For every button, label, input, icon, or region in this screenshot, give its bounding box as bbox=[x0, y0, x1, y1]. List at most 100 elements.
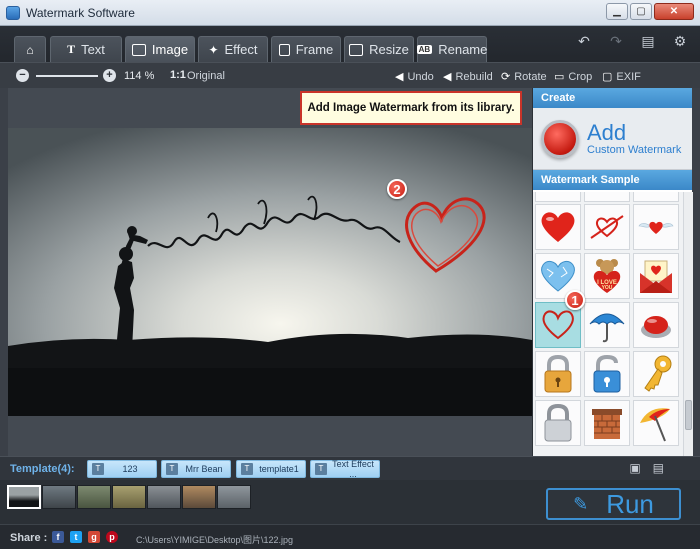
sample-beach-umbrella[interactable] bbox=[633, 400, 679, 446]
rebuild-label: Rebuild bbox=[455, 70, 493, 83]
sample-key[interactable] bbox=[633, 351, 679, 397]
template-item[interactable]: T template1 bbox=[236, 460, 306, 478]
settings-icon[interactable]: ⚙ bbox=[668, 30, 692, 52]
undo-button[interactable]: ◀ Undo bbox=[395, 70, 434, 84]
sample-umbrella[interactable] bbox=[584, 302, 630, 348]
beach-umbrella-icon bbox=[640, 408, 670, 442]
close-button[interactable]: ✕ bbox=[654, 3, 694, 20]
thumbnail-item[interactable] bbox=[7, 485, 41, 509]
tab-text-label: Text bbox=[81, 42, 105, 57]
manage-template-icon[interactable]: ▤ bbox=[653, 461, 664, 475]
template-item[interactable]: T Text Effect ... bbox=[310, 459, 380, 479]
history-undo-icon[interactable]: ↶ bbox=[572, 30, 596, 52]
magic-wand-icon: ✦ bbox=[208, 42, 219, 57]
template-row: Template(4): T 123 T Mrr Bean T template… bbox=[0, 456, 700, 480]
tab-frame[interactable]: Frame bbox=[271, 36, 341, 62]
template-name: Mrr Bean bbox=[185, 464, 223, 474]
window-title: Watermark Software bbox=[26, 5, 135, 20]
sample-brick-chimney[interactable] bbox=[584, 400, 630, 446]
feedback-icon[interactable]: ▤ bbox=[636, 30, 660, 52]
facebook-icon[interactable]: f bbox=[52, 531, 64, 543]
thumbnail-item[interactable] bbox=[42, 485, 76, 509]
history-redo-icon[interactable]: ↷ bbox=[604, 30, 628, 52]
share-label: Share : bbox=[10, 532, 48, 544]
minimize-button[interactable]: ▁ bbox=[606, 3, 628, 20]
undo-label: Undo bbox=[407, 70, 434, 83]
thumbnail-item[interactable] bbox=[182, 485, 216, 509]
watermark-sample-grid: ♥ ✕ ○ I LOVEYOU bbox=[533, 192, 683, 456]
text-icon: T bbox=[67, 42, 76, 56]
add-subtitle: Custom Watermark bbox=[587, 143, 682, 156]
template-item[interactable]: T 123 bbox=[87, 460, 157, 478]
heart-icon bbox=[541, 212, 575, 242]
exif-button[interactable]: ▢ EXIF bbox=[602, 70, 641, 84]
thumbnail-item[interactable] bbox=[77, 485, 111, 509]
rebuild-button[interactable]: ◀ Rebuild bbox=[443, 70, 493, 84]
tab-effect-label: Effect bbox=[224, 42, 258, 57]
template-text-icon: T bbox=[92, 463, 104, 475]
twitter-icon[interactable]: t bbox=[70, 531, 82, 543]
tab-effect[interactable]: ✦ Effect bbox=[198, 36, 268, 62]
google-plus-icon[interactable]: g bbox=[88, 531, 100, 543]
instruction-tooltip: Add Image Watermark from its library. bbox=[300, 91, 522, 125]
rotate-button[interactable]: ⟳ Rotate bbox=[501, 70, 547, 84]
sample-love-letter[interactable] bbox=[633, 253, 679, 299]
status-bar: Share : f t g p C:\Users\YIMIGE\Desktop\… bbox=[0, 524, 700, 549]
thumbnail-item[interactable] bbox=[217, 485, 251, 509]
thumbnail-item[interactable] bbox=[147, 485, 181, 509]
crop-button[interactable]: ▭ Crop bbox=[554, 70, 592, 84]
home-icon: ⌂ bbox=[26, 42, 34, 57]
sample-step-badge: 1 bbox=[565, 290, 585, 310]
thumbnail-item[interactable] bbox=[112, 485, 146, 509]
zoom-slider[interactable] bbox=[36, 75, 98, 77]
padlock-icon bbox=[544, 354, 572, 393]
silver-padlock-icon bbox=[544, 403, 572, 442]
canvas-area: 2 bbox=[8, 88, 532, 460]
tab-rename[interactable]: AB Rename bbox=[416, 36, 488, 62]
save-template-icon[interactable]: ▣ bbox=[629, 461, 640, 475]
template-text-icon: T bbox=[166, 463, 178, 475]
sample-padlock[interactable] bbox=[535, 351, 581, 397]
maximize-button[interactable]: ▢ bbox=[630, 3, 652, 20]
sample-heart[interactable] bbox=[535, 204, 581, 250]
image-icon bbox=[131, 43, 146, 56]
tab-home[interactable]: ⌂ bbox=[14, 36, 46, 62]
zoom-out-icon[interactable]: − bbox=[16, 69, 29, 82]
sample-cell-partial[interactable]: ✕ bbox=[584, 192, 630, 202]
tab-resize[interactable]: Resize bbox=[344, 36, 414, 62]
sample-winged-heart[interactable] bbox=[633, 204, 679, 250]
exif-icon: ▢ bbox=[602, 71, 613, 83]
template-name: 123 bbox=[122, 464, 138, 474]
run-button[interactable]: ✎ Run bbox=[546, 488, 681, 520]
umbrella-icon bbox=[589, 313, 625, 343]
template-text-icon: T bbox=[241, 463, 253, 475]
sketch-heart-icon bbox=[542, 310, 574, 340]
tab-frame-label: Frame bbox=[295, 42, 334, 57]
tab-text[interactable]: T Text bbox=[50, 36, 122, 62]
sample-scrollbar[interactable] bbox=[683, 192, 693, 456]
add-button-icon bbox=[541, 119, 579, 158]
sample-red-button[interactable] bbox=[633, 302, 679, 348]
sample-cupid-arrow[interactable] bbox=[584, 204, 630, 250]
zoom-in-icon[interactable]: + bbox=[103, 69, 116, 82]
sample-cell-partial[interactable]: ♥ bbox=[535, 192, 581, 202]
tab-rename-label: Rename bbox=[438, 42, 488, 57]
photo-preview[interactable] bbox=[8, 128, 532, 416]
template-item[interactable]: T Mrr Bean bbox=[161, 460, 231, 478]
pinterest-icon[interactable]: p bbox=[106, 531, 118, 543]
add-text: Add Custom Watermark bbox=[587, 121, 682, 156]
scrollbar-thumb[interactable] bbox=[685, 400, 692, 430]
undo-icon: ◀ bbox=[395, 71, 404, 83]
tab-image[interactable]: Image bbox=[125, 36, 195, 62]
top-tools: ↶ ↷ ▤ ⚙ bbox=[572, 30, 692, 52]
original-size-button[interactable]: Original bbox=[187, 70, 225, 82]
sample-i-love-you-bear[interactable]: I LOVE YOU bbox=[584, 253, 630, 299]
svg-text:YOU: YOU bbox=[602, 285, 613, 291]
unlock-icon bbox=[593, 354, 621, 393]
original-size-icon[interactable]: 1:1 bbox=[170, 69, 186, 81]
add-custom-watermark-button[interactable]: Add Custom Watermark bbox=[533, 108, 692, 170]
sample-unlock[interactable] bbox=[584, 351, 630, 397]
sample-cell-partial[interactable]: ○ bbox=[633, 192, 679, 202]
template-name: Text Effect ... bbox=[332, 459, 374, 479]
sample-silver-padlock[interactable] bbox=[535, 400, 581, 446]
